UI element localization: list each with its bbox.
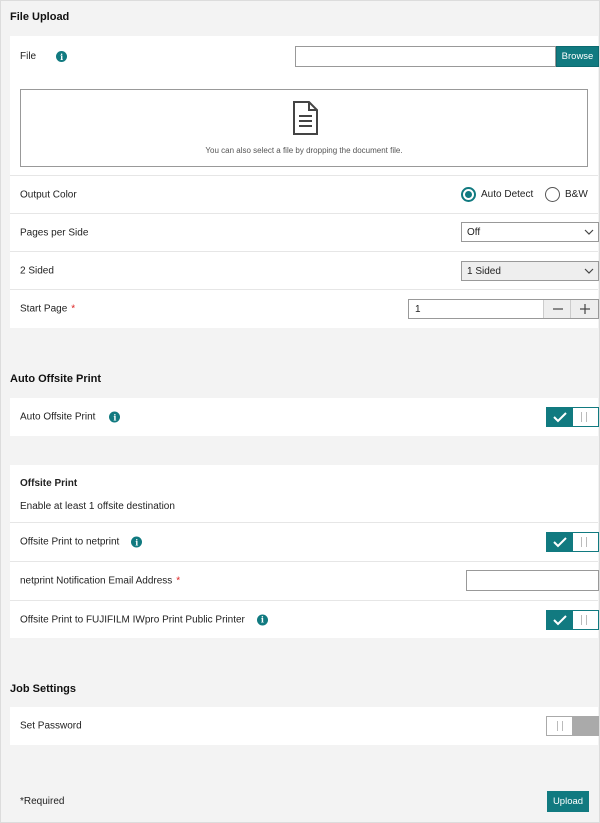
file-upload-panel: File i Browse You can also select a file… xyxy=(10,36,599,175)
start-page-stepper[interactable]: 1 xyxy=(408,299,599,319)
check-icon xyxy=(553,536,567,547)
file-upload-title: File Upload xyxy=(10,11,70,23)
radio-bw-label: B&W xyxy=(565,189,588,200)
required-asterisk: * xyxy=(176,575,181,587)
email-field[interactable] xyxy=(466,570,599,591)
pages-per-side-select[interactable]: Off xyxy=(461,222,599,242)
toggle-grip xyxy=(557,721,563,731)
info-icon[interactable]: i xyxy=(256,614,268,625)
pages-per-side-label: Pages per Side xyxy=(20,227,88,238)
required-asterisk: * xyxy=(71,303,76,315)
fujifilm-row: Offsite Print to FUJIFILM IWpro Print Pu… xyxy=(10,600,599,638)
increment-button[interactable] xyxy=(570,300,598,318)
radio-selected-indicator xyxy=(461,187,476,202)
email-label: netprint Notification Email Address * xyxy=(20,576,180,587)
chevron-down-icon xyxy=(584,229,594,235)
toggle-on-indicator xyxy=(547,611,573,629)
pages-per-side-value: Off xyxy=(467,226,481,238)
netprint-label-text: Offsite Print to netprint xyxy=(20,536,120,548)
toggle-grip xyxy=(581,537,587,547)
decrement-button[interactable] xyxy=(543,300,571,318)
upload-button[interactable]: Upload xyxy=(547,791,589,812)
auto-offsite-label: Auto Offsite Print i xyxy=(20,411,121,423)
pages-per-side-label-text: Pages per Side xyxy=(20,227,89,238)
pages-per-side-row: Pages per Side Off xyxy=(10,213,599,251)
radio-auto-detect-label: Auto Detect xyxy=(481,189,534,200)
set-password-label: Set Password xyxy=(20,721,82,732)
chevron-down-icon xyxy=(584,268,594,274)
start-page-label-text: Start Page xyxy=(20,303,68,315)
offsite-header-panel: Offsite Print Enable at least 1 offsite … xyxy=(10,465,598,522)
file-label: File xyxy=(20,51,37,62)
drop-hint-text: You can also select a file by dropping t… xyxy=(205,146,403,155)
auto-offsite-label-text: Auto Offsite Print xyxy=(20,411,96,423)
netprint-toggle[interactable] xyxy=(546,532,599,552)
two-sided-label-text: 2 Sided xyxy=(20,265,54,276)
start-page-row: Start Page * 1 xyxy=(10,289,599,328)
two-sided-row: 2 Sided 1 Sided xyxy=(10,251,599,289)
file-drop-zone[interactable]: You can also select a file by dropping t… xyxy=(20,89,588,167)
info-icon[interactable]: i xyxy=(131,536,143,548)
toggle-grip xyxy=(581,615,587,625)
radio-unselected-indicator xyxy=(545,187,560,202)
radio-auto-detect[interactable]: Auto Detect xyxy=(461,187,533,202)
browse-button[interactable]: Browse xyxy=(556,46,599,67)
check-icon xyxy=(553,614,567,625)
email-label-text: netprint Notification Email Address xyxy=(20,575,173,587)
toggle-on-indicator xyxy=(547,533,573,551)
two-sided-value: 1 Sided xyxy=(467,265,501,277)
fujifilm-label: Offsite Print to FUJIFILM IWpro Print Pu… xyxy=(20,614,268,625)
output-color-row: Output Color Auto Detect B&W xyxy=(10,175,598,213)
plus-icon xyxy=(579,304,590,314)
set-password-toggle[interactable] xyxy=(546,716,599,736)
minus-icon xyxy=(552,308,563,310)
file-path-input[interactable] xyxy=(295,46,556,67)
offsite-title: Offsite Print xyxy=(20,478,78,489)
job-settings-title: Job Settings xyxy=(10,683,77,695)
output-color-label-text: Output Color xyxy=(20,189,77,200)
start-page-label: Start Page * xyxy=(20,304,75,315)
auto-offsite-row: Auto Offsite Print i xyxy=(10,398,599,436)
offsite-subtitle: Enable at least 1 offsite destination xyxy=(20,501,175,512)
fujifilm-label-text: Offsite Print to FUJIFILM IWpro Print Pu… xyxy=(20,614,245,625)
email-row: netprint Notification Email Address * xyxy=(10,561,599,600)
radio-bw[interactable]: B&W xyxy=(545,187,588,202)
document-icon xyxy=(293,101,318,135)
toggle-off-indicator xyxy=(572,717,598,735)
set-password-row: Set Password xyxy=(10,707,599,745)
info-icon[interactable]: i xyxy=(56,51,68,62)
two-sided-select[interactable]: 1 Sided xyxy=(461,261,599,281)
toggle-on-indicator xyxy=(547,408,573,426)
auto-offsite-title: Auto Offsite Print xyxy=(10,373,102,385)
required-note: *Required xyxy=(20,796,65,807)
netprint-label: Offsite Print to netprint i xyxy=(20,536,143,548)
set-password-label-text: Set Password xyxy=(20,720,82,732)
toggle-grip xyxy=(581,412,587,422)
netprint-row: Offsite Print to netprint i xyxy=(10,522,599,561)
fujifilm-toggle[interactable] xyxy=(546,610,599,630)
check-icon xyxy=(553,411,567,422)
info-icon[interactable]: i xyxy=(109,411,121,423)
two-sided-label: 2 Sided xyxy=(20,265,54,276)
file-row-label: File i xyxy=(20,51,68,62)
output-color-label: Output Color xyxy=(20,189,77,200)
auto-offsite-toggle[interactable] xyxy=(546,407,599,427)
start-page-value[interactable]: 1 xyxy=(415,304,421,315)
